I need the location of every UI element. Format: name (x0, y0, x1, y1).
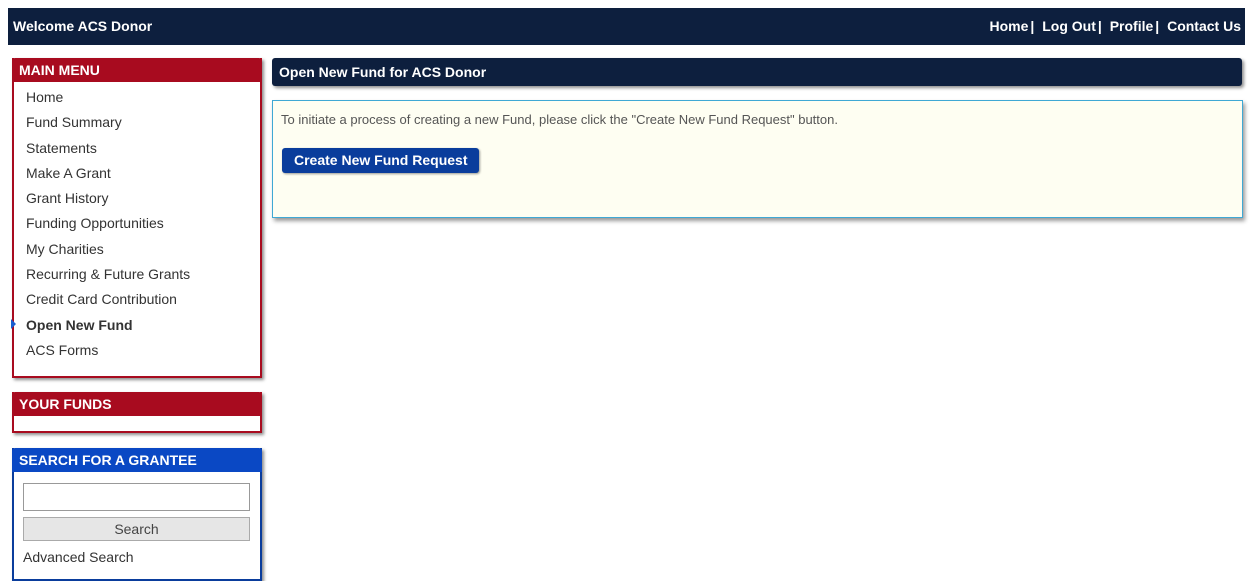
menu-item-home[interactable]: Home (14, 87, 260, 112)
search-button[interactable]: Search (23, 517, 250, 541)
search-panel-title: SEARCH FOR A GRANTEE (12, 448, 262, 472)
menu-item-recurring-future-grants[interactable]: Recurring & Future Grants (14, 264, 260, 289)
main-menu-list: Home Fund Summary Statements Make A Gran… (11, 82, 260, 365)
menu-item-label: Open New Fund (26, 316, 133, 333)
menu-item-statements[interactable]: Statements (14, 138, 260, 163)
welcome-text: Welcome ACS Donor (13, 18, 153, 34)
menu-item-grant-history[interactable]: Grant History (14, 188, 260, 213)
menu-item-open-new-fund[interactable]: Open New Fund (11, 315, 260, 340)
your-funds-title: YOUR FUNDS (12, 392, 262, 416)
create-new-fund-request-button[interactable]: Create New Fund Request (282, 148, 480, 173)
top-links: Home | Log Out | Profile | Contact Us (990, 18, 1241, 34)
menu-item-credit-card-contribution[interactable]: Credit Card Contribution (14, 289, 260, 314)
contact-us-link[interactable]: Contact Us (1167, 18, 1241, 34)
menu-item-make-a-grant[interactable]: Make A Grant (14, 163, 260, 188)
advanced-search-link[interactable]: Advanced Search (23, 549, 134, 565)
menu-item-funding-opportunities[interactable]: Funding Opportunities (14, 213, 260, 238)
link-separator: | (1030, 18, 1035, 34)
main-menu-title: MAIN MENU (12, 58, 262, 82)
menu-item-fund-summary[interactable]: Fund Summary (14, 112, 260, 137)
main-menu-panel: MAIN MENU Home Fund Summary Statements M… (11, 58, 262, 378)
top-bar: Welcome ACS Donor Home | Log Out | Profile… (8, 8, 1245, 45)
active-arrow-icon (11, 318, 16, 329)
grantee-search-input[interactable] (23, 483, 250, 511)
instruction-text: To initiate a process of creating a new … (281, 112, 838, 127)
profile-link[interactable]: Profile (1110, 18, 1154, 34)
menu-item-my-charities[interactable]: My Charities (14, 239, 260, 264)
home-link[interactable]: Home (990, 18, 1029, 34)
page-title: Open New Fund for ACS Donor (272, 58, 1242, 86)
menu-item-acs-forms[interactable]: ACS Forms (14, 340, 260, 365)
link-separator: | (1155, 18, 1160, 34)
logout-link[interactable]: Log Out (1042, 18, 1096, 34)
grantee-search-panel: SEARCH FOR A GRANTEE Search Advanced Sea… (12, 448, 262, 581)
content-panel: To initiate a process of creating a new … (272, 100, 1243, 218)
your-funds-panel: YOUR FUNDS (12, 392, 262, 433)
link-separator: | (1097, 18, 1102, 34)
